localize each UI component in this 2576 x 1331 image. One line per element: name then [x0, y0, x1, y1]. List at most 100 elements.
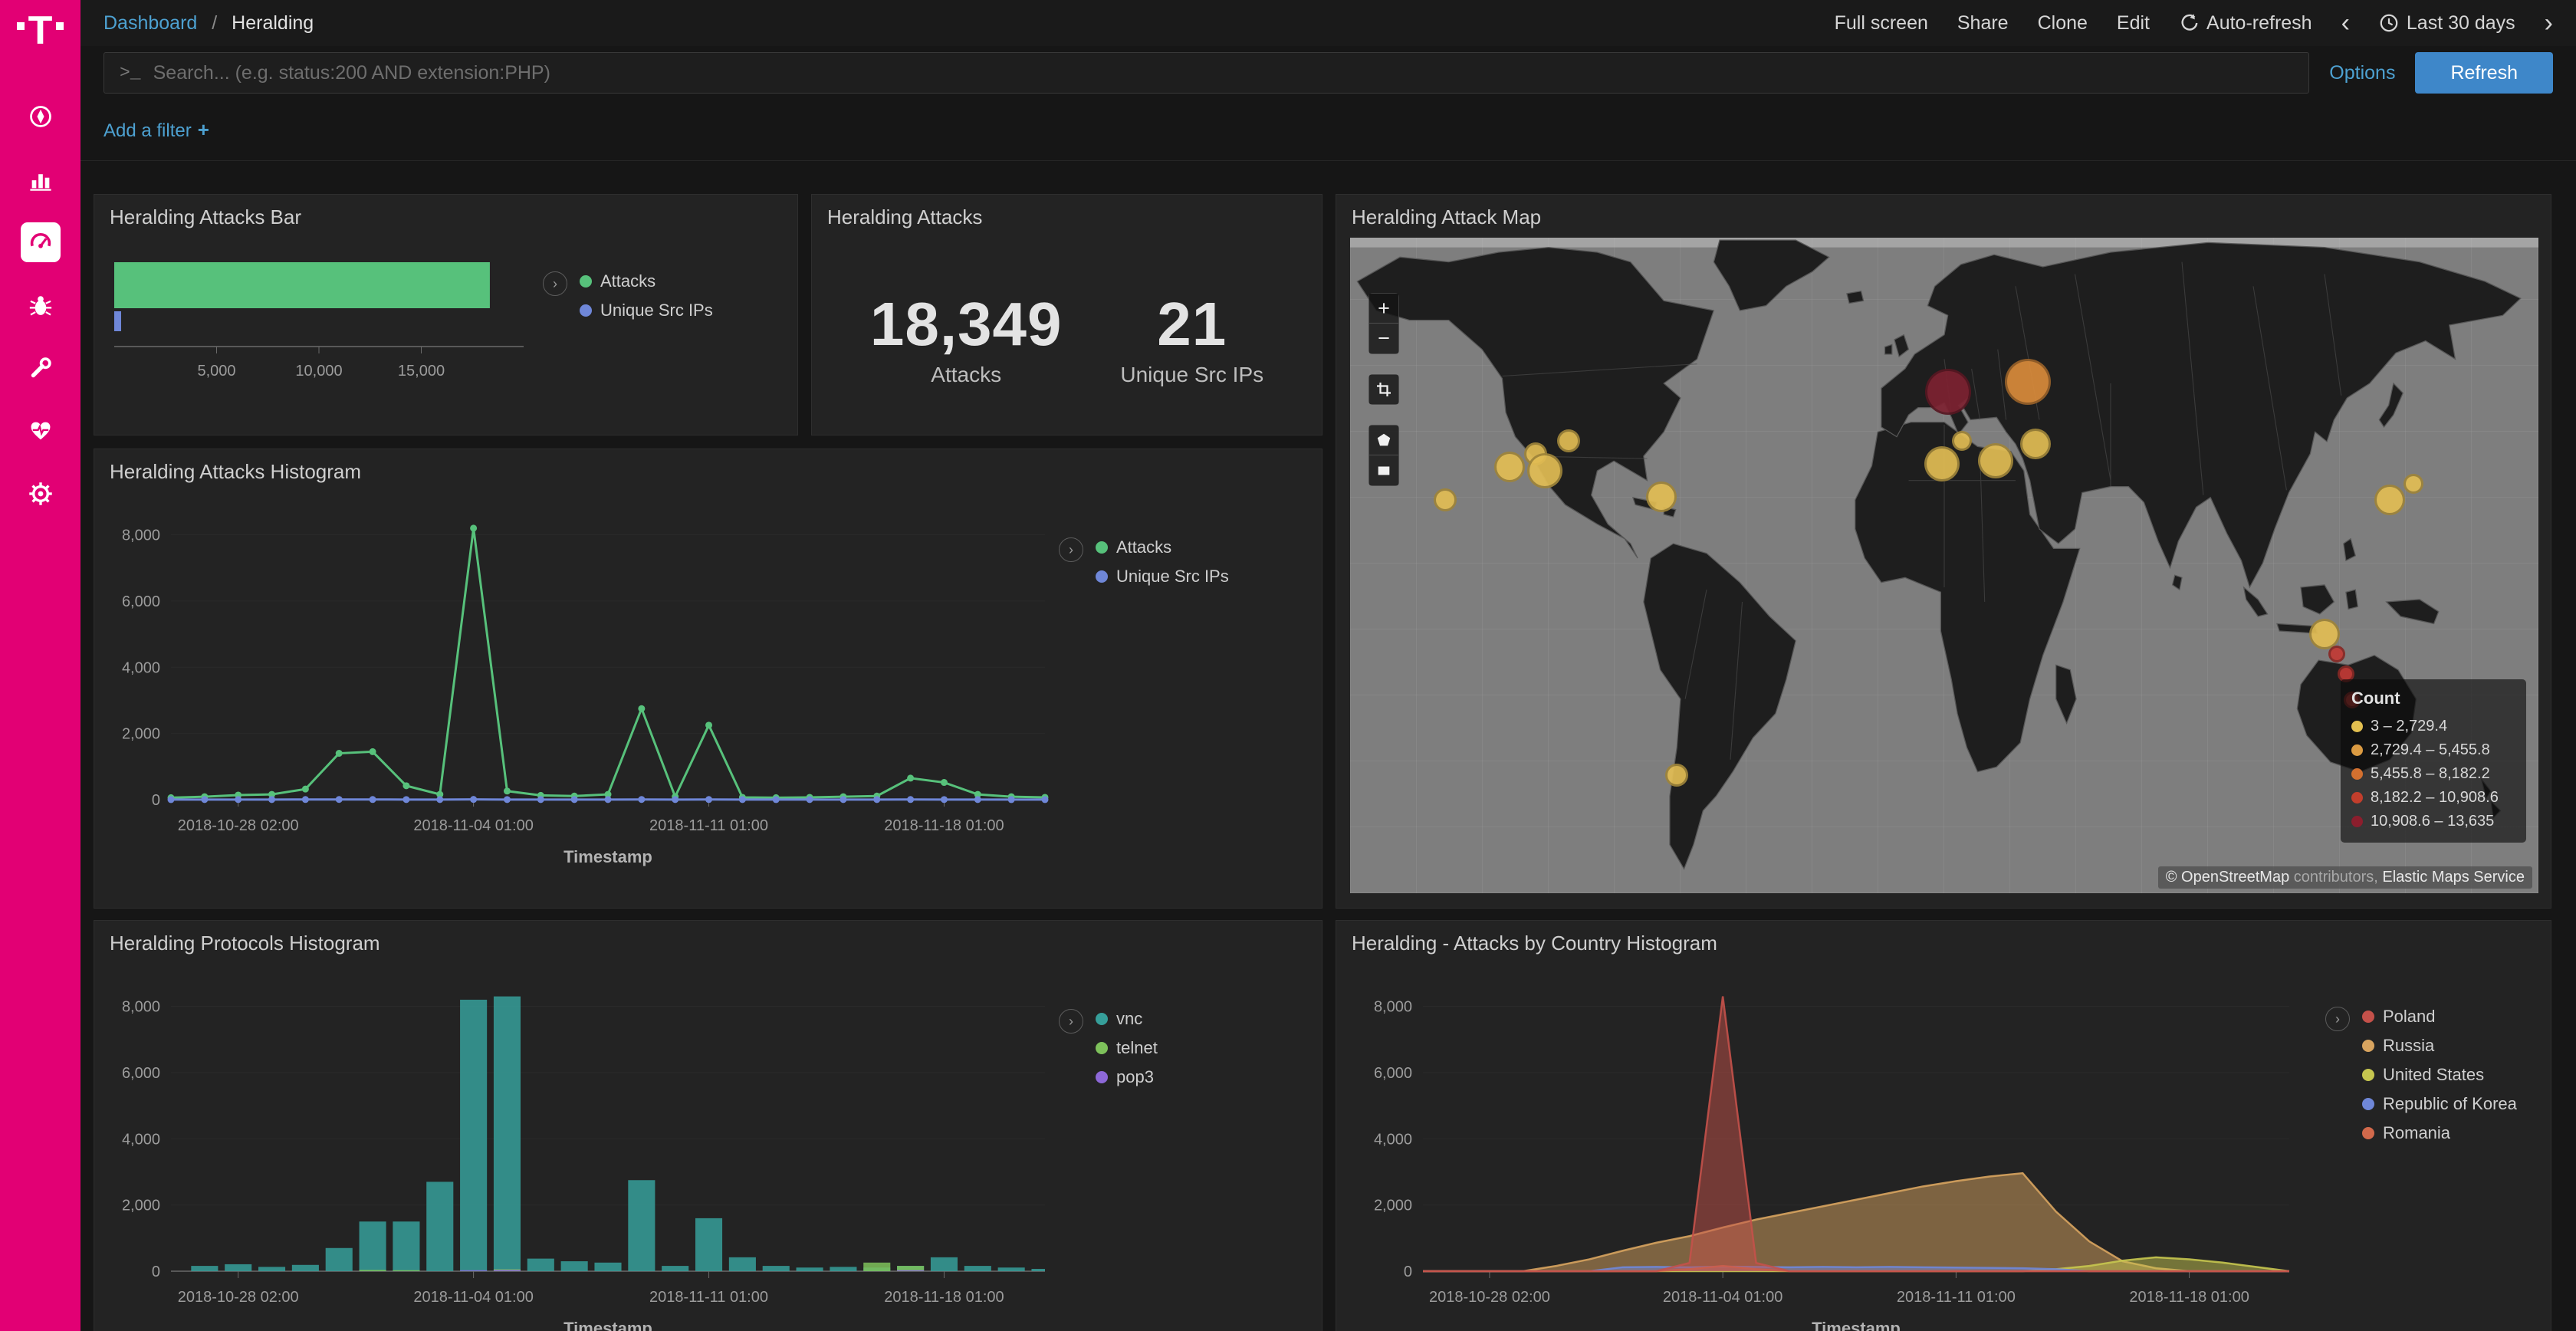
clone-button[interactable]: Clone — [2038, 12, 2088, 35]
legend-item[interactable]: Unique Src IPs — [580, 301, 713, 320]
polygon-icon — [1375, 432, 1392, 449]
country-area-chart[interactable]: 02,0004,0006,0008,0002018-10-28 02:00201… — [1350, 963, 2305, 1331]
legend-expand-button[interactable]: › — [543, 271, 567, 296]
panel-title: Heralding Attack Map — [1336, 195, 2551, 229]
refresh-icon — [2179, 13, 2199, 33]
svg-text:2018-11-18 01:00: 2018-11-18 01:00 — [2129, 1289, 2249, 1306]
legend-item[interactable]: pop3 — [1096, 1067, 1158, 1087]
legend-range-label: 10,908.6 – 13,635 — [2371, 810, 2494, 833]
metric-attacks: 18,349 Attacks — [870, 289, 1063, 387]
app-sidebar: T — [0, 0, 80, 1331]
openstreetmap-link[interactable]: © OpenStreetMap — [2166, 869, 2289, 886]
map-legend-row: 3 – 2,729.4 — [2351, 715, 2515, 738]
tmobile-logo: T — [17, 11, 64, 51]
legend-item[interactable]: vnc — [1096, 1009, 1158, 1029]
edit-button[interactable]: Edit — [2117, 12, 2150, 35]
sidebar-item-management[interactable] — [21, 474, 61, 514]
draw-rectangle-button[interactable] — [1368, 455, 1399, 486]
legend-expand-button[interactable]: › — [1059, 537, 1083, 562]
legend-color-dot — [2351, 768, 2363, 780]
legend-color-dot — [2362, 1098, 2374, 1110]
legend-item[interactable]: United States — [2362, 1065, 2517, 1085]
svg-text:2018-11-11 01:00: 2018-11-11 01:00 — [649, 1289, 768, 1306]
rectangle-icon — [1375, 462, 1392, 479]
legend-expand-button[interactable]: › — [2325, 1007, 2350, 1031]
legend-items: vnc telnet pop3 — [1096, 1009, 1158, 1087]
legend-item[interactable]: Republic of Korea — [2362, 1094, 2517, 1114]
fullscreen-button[interactable]: Full screen — [1835, 12, 1928, 35]
legend-item[interactable]: telnet — [1096, 1038, 1158, 1058]
add-filter-button[interactable]: Add a filter+ — [104, 118, 209, 142]
svg-text:Timestamp: Timestamp — [1812, 1319, 1901, 1331]
chart-legend: › Poland Russia United States Republic of K… — [2325, 1007, 2517, 1143]
sidebar-item-dev-tools[interactable] — [21, 348, 61, 388]
zoom-out-button[interactable]: − — [1368, 324, 1399, 354]
dashboard-grid: Heralding Attacks Bar 5,00010,00015,000 … — [80, 161, 2576, 1331]
time-forward-button[interactable]: › — [2545, 10, 2553, 36]
svg-text:8,000: 8,000 — [122, 527, 160, 544]
legend-label: Attacks — [600, 271, 656, 291]
metric-value: 21 — [1120, 289, 1263, 360]
sidebar-item-discover[interactable] — [21, 97, 61, 136]
map-legend-row: 10,908.6 – 13,635 — [2351, 810, 2515, 833]
time-range-picker[interactable]: Last 30 days — [2379, 12, 2515, 35]
panel-heralding-attacks-bar: Heralding Attacks Bar 5,00010,00015,000 … — [94, 194, 798, 435]
elastic-maps-service-link[interactable]: Elastic Maps Service — [2382, 869, 2525, 886]
legend-item[interactable]: Unique Src IPs — [1096, 567, 1229, 587]
search-input[interactable] — [153, 62, 2294, 84]
sidebar-item-alerts[interactable] — [21, 285, 61, 325]
sidebar-item-dashboard[interactable] — [21, 222, 61, 262]
legend-color-dot — [2362, 1040, 2374, 1052]
breadcrumb-dashboard-link[interactable]: Dashboard — [104, 12, 197, 34]
legend-color-dot — [1096, 541, 1108, 554]
draw-polygon-button[interactable] — [1368, 425, 1399, 455]
logo-letter: T — [28, 11, 53, 51]
query-bar: >_ Options Refresh — [80, 46, 2576, 100]
logo-square-left — [17, 22, 25, 30]
map-canvas[interactable]: + − — [1350, 238, 2538, 893]
legend-color-dot — [1096, 1013, 1108, 1025]
metric-label: Attacks — [870, 363, 1063, 387]
attacks-line-chart[interactable]: 02,0004,0006,0008,0002018-10-28 02:00201… — [108, 491, 1059, 867]
legend-range-label: 8,182.2 – 10,908.6 — [2371, 786, 2499, 810]
topbar-menu: Full screen Share Clone Edit Auto-refres… — [1835, 10, 2553, 36]
svg-text:2018-11-11 01:00: 2018-11-11 01:00 — [649, 817, 768, 834]
refresh-button[interactable]: Refresh — [2415, 52, 2553, 94]
svg-text:2,000: 2,000 — [122, 726, 160, 743]
legend-item[interactable]: Attacks — [1096, 537, 1229, 557]
legend-range-label: 2,729.4 – 5,455.8 — [2371, 738, 2490, 762]
legend-label: Poland — [2383, 1007, 2436, 1027]
svg-text:6,000: 6,000 — [122, 1065, 160, 1082]
continent-north-america — [1357, 248, 1714, 558]
query-options-link[interactable]: Options — [2329, 62, 2395, 84]
legend-label: vnc — [1116, 1009, 1142, 1029]
legend-item[interactable]: Attacks — [580, 271, 713, 291]
svg-text:6,000: 6,000 — [122, 593, 160, 610]
heartbeat-icon — [28, 418, 54, 444]
plus-icon: + — [198, 118, 209, 141]
island-madagascar — [2056, 665, 2076, 723]
legend-item[interactable]: Romania — [2362, 1123, 2517, 1143]
panel-heralding-attacks-histogram: Heralding Attacks Histogram 02,0004,0006… — [94, 449, 1322, 909]
time-back-button[interactable]: ‹ — [2341, 10, 2350, 36]
legend-items: Attacks Unique Src IPs — [580, 271, 713, 320]
legend-label: United States — [2383, 1065, 2484, 1085]
continent-south-america — [1644, 544, 1796, 869]
chart-legend: › vnc telnet pop3 — [1059, 1009, 1158, 1087]
legend-label: pop3 — [1116, 1067, 1154, 1087]
query-prompt-icon: >_ — [120, 63, 141, 83]
zoom-controls: + − — [1368, 293, 1399, 354]
legend-item[interactable]: Russia — [2362, 1036, 2517, 1056]
protocols-bar-chart[interactable]: 02,0004,0006,0008,0002018-10-28 02:00201… — [108, 963, 1059, 1331]
sidebar-item-monitoring[interactable] — [21, 411, 61, 451]
auto-refresh-button[interactable]: Auto-refresh — [2179, 12, 2312, 35]
legend-label: Unique Src IPs — [600, 301, 713, 320]
zoom-in-button[interactable]: + — [1368, 293, 1399, 324]
legend-expand-button[interactable]: › — [1059, 1009, 1083, 1034]
share-button[interactable]: Share — [1957, 12, 2009, 35]
attacks-bar-chart[interactable]: 5,00010,00015,000 — [108, 239, 537, 423]
fit-bounds-button[interactable] — [1368, 374, 1399, 405]
sidebar-item-visualize[interactable] — [21, 159, 61, 199]
legend-item[interactable]: Poland — [2362, 1007, 2517, 1027]
metric-value: 18,349 — [870, 289, 1063, 360]
